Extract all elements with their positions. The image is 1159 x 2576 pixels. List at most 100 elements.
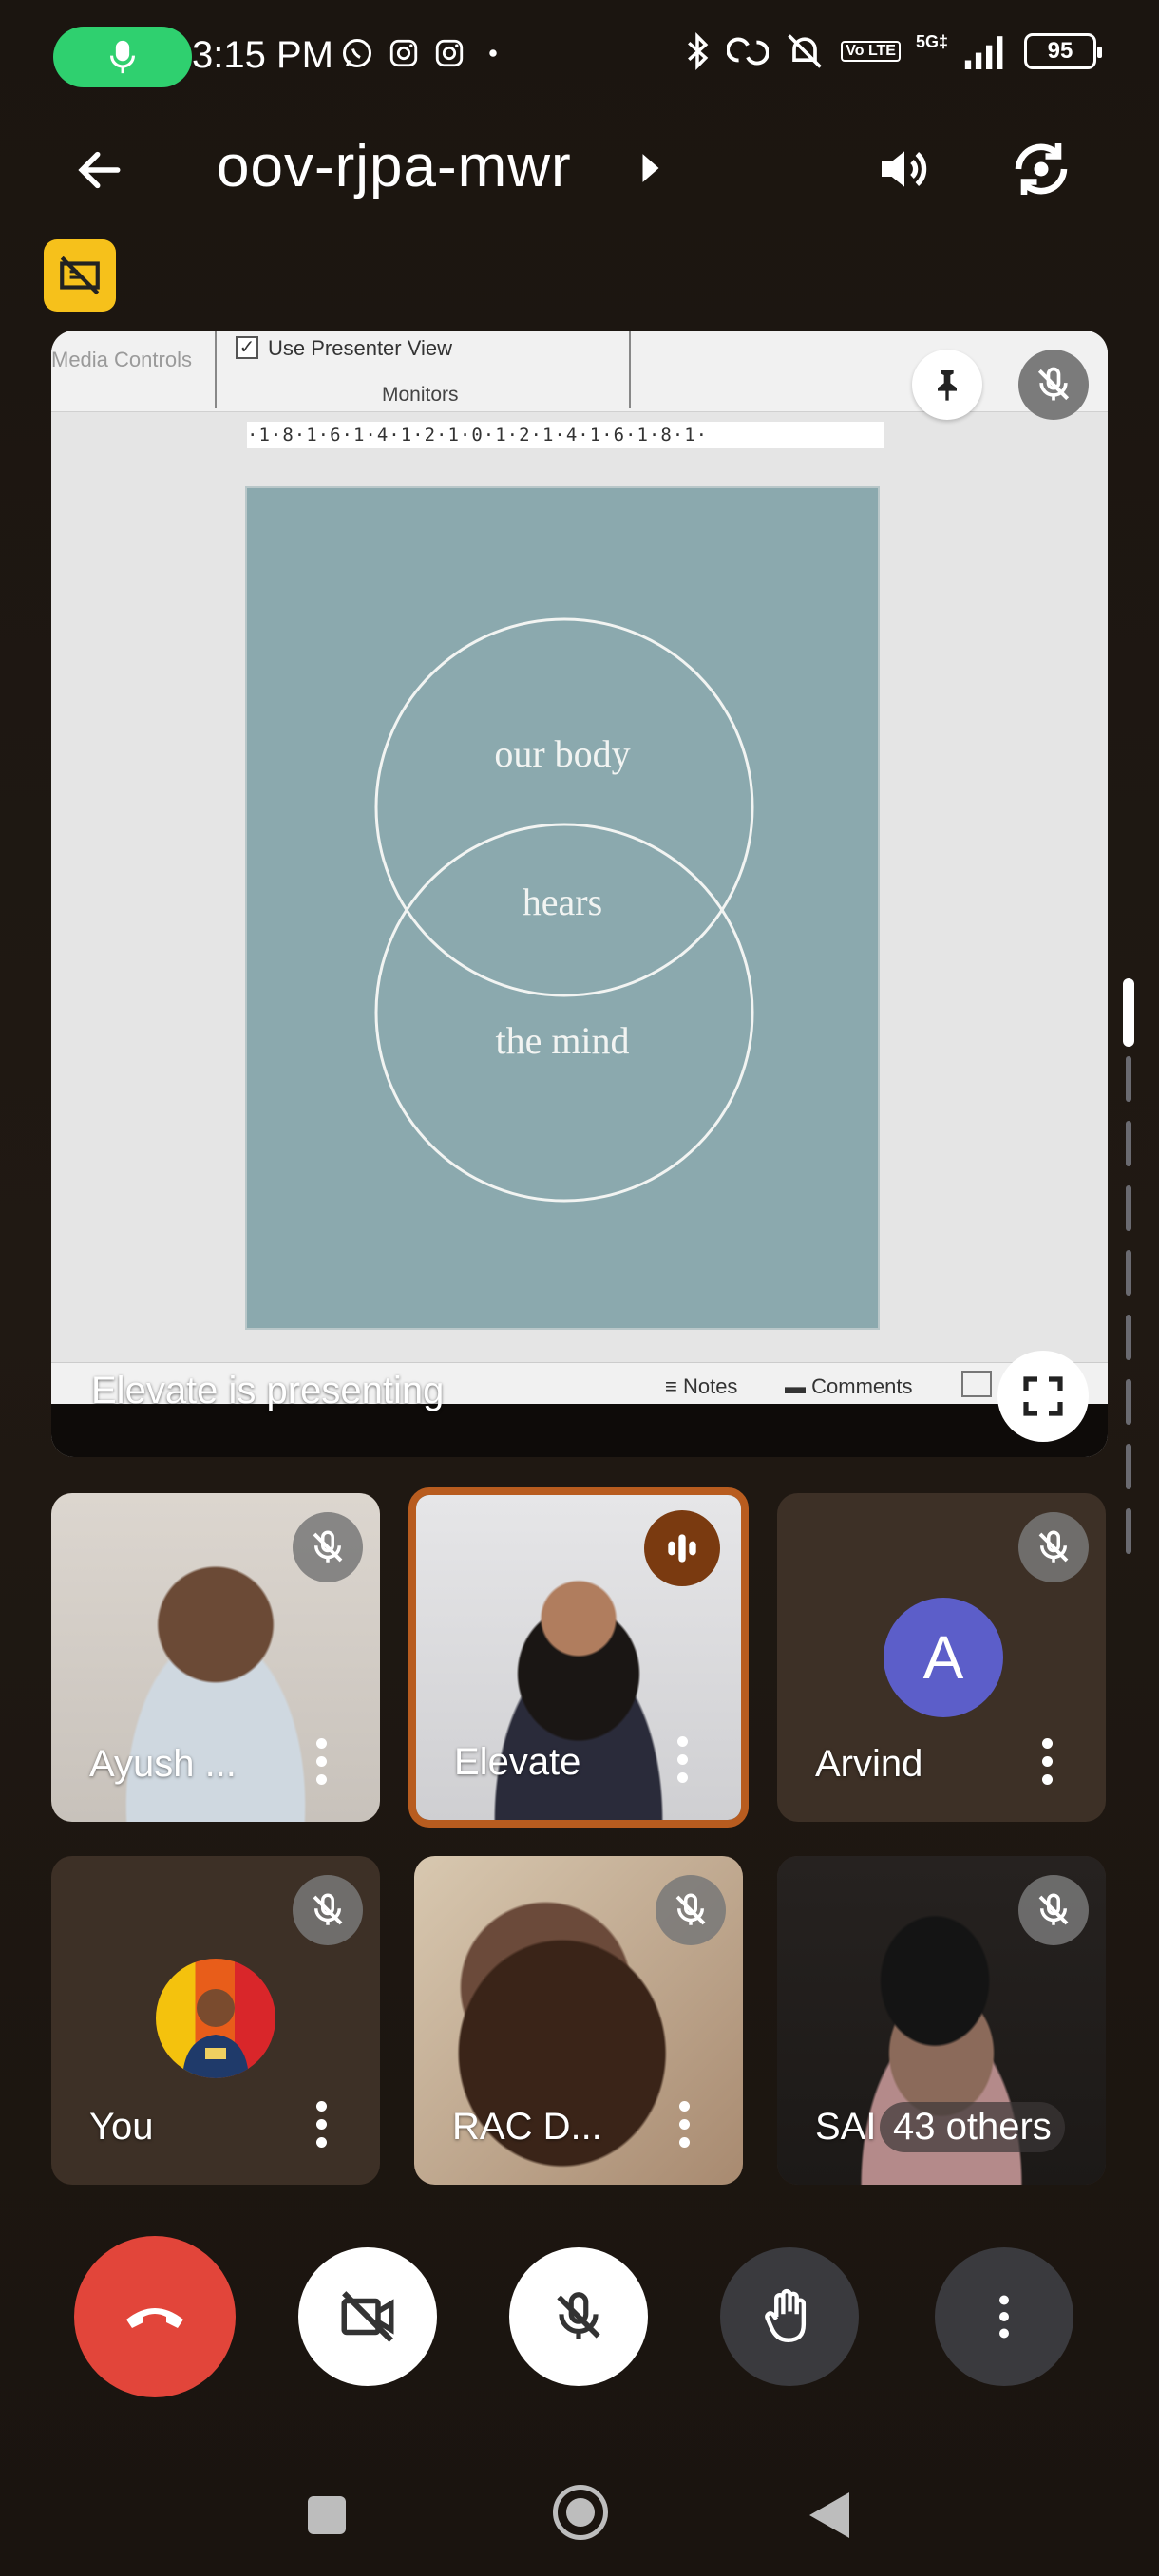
mic-off-icon <box>1037 367 1070 401</box>
participant-more-button[interactable] <box>674 1736 690 1786</box>
mic-off-icon <box>313 1530 343 1563</box>
participant-muted-indicator <box>293 1875 363 1945</box>
presenter-mute-indicator <box>1018 350 1089 420</box>
status-bar: 3:15 PM Vo LTE 5G‡ 95 <box>0 0 1159 114</box>
scroll-segment <box>1126 1185 1131 1231</box>
others-count[interactable]: 43 others <box>880 2102 1065 2152</box>
battery-indicator: 95 <box>1024 33 1102 69</box>
participant-more-button[interactable] <box>1039 1738 1054 1788</box>
participant-tile-others[interactable]: SAI 43 others <box>777 1856 1106 2185</box>
ribbon-divider <box>629 331 631 408</box>
participant-tile-elevate[interactable]: Elevate <box>408 1487 749 1828</box>
participant-more-button[interactable] <box>314 1738 329 1788</box>
mic-active-indicator[interactable] <box>53 27 192 87</box>
microphone-icon <box>110 40 135 74</box>
recents-button[interactable] <box>308 2496 346 2534</box>
participant-muted-indicator <box>1018 1875 1089 1945</box>
home-button[interactable] <box>553 2485 608 2540</box>
scroll-segment <box>1126 1444 1131 1489</box>
camera-switch-icon <box>1015 143 1068 195</box>
network-type: 5G‡ <box>915 31 948 51</box>
scroll-segment <box>1126 1250 1131 1296</box>
presenting-caption: Elevate is presenting <box>91 1370 445 1411</box>
bluetooth-icon <box>688 32 709 70</box>
scroll-segment <box>1126 1121 1131 1166</box>
call-controls <box>0 2236 1159 2397</box>
fullscreen-button[interactable] <box>998 1351 1089 1442</box>
instagram-icon <box>435 39 464 67</box>
participant-muted-indicator <box>656 1875 726 1945</box>
notification-icons <box>340 36 507 70</box>
mic-off-icon <box>675 1893 706 1925</box>
mic-off-icon <box>557 2292 600 2339</box>
scroll-segment <box>1126 1056 1131 1102</box>
pin-button[interactable] <box>912 350 982 420</box>
slide-text-middle: hears <box>522 881 603 923</box>
fullscreen-icon <box>1023 1376 1063 1416</box>
participant-name: Arvind <box>815 1743 923 1785</box>
system-nav-bar <box>0 2460 1159 2555</box>
notes-label: ≡ Notes <box>665 1374 738 1398</box>
camera-off-icon <box>341 2291 394 2342</box>
status-time: 3:15 PM <box>192 34 333 76</box>
presentation-tile[interactable]: Media Controls ✓ Use Presenter View Moni… <box>51 331 1108 1457</box>
scroll-indicator[interactable] <box>1123 978 1134 1567</box>
participant-name: You <box>89 2106 154 2148</box>
media-controls-label: Media Controls <box>51 348 192 371</box>
camera-blocked-badge[interactable] <box>44 239 116 312</box>
meeting-app-bar: oov-rjpa-mwr <box>0 114 1159 218</box>
audio-output-button[interactable] <box>874 139 935 204</box>
switch-camera-button[interactable] <box>1007 135 1075 208</box>
scroll-segment <box>1126 1508 1131 1554</box>
normal-view-icon <box>961 1371 992 1397</box>
meet-screen: 3:15 PM Vo LTE 5G‡ 95 oov-rjpa-mwr Media… <box>0 0 1159 2576</box>
hand-icon <box>765 2288 807 2342</box>
camera-toggle-button[interactable] <box>298 2247 437 2386</box>
participant-more-button[interactable] <box>314 2101 329 2150</box>
system-back-button[interactable] <box>809 2492 849 2538</box>
participant-tile-arvind[interactable]: A Arvind <box>777 1493 1106 1822</box>
muted-bell-icon <box>788 34 823 68</box>
hotspot-link-icon <box>727 37 770 66</box>
participant-more-button[interactable] <box>676 2101 692 2150</box>
participant-tile-rac[interactable]: RAC D... <box>414 1856 743 2185</box>
mic-off-icon <box>1038 1893 1069 1925</box>
presenter-view-label: Use Presenter View <box>268 336 453 360</box>
presenter-view-checkbox: ✓ <box>236 336 258 359</box>
scroll-thumb[interactable] <box>1123 978 1134 1047</box>
more-options-button[interactable] <box>935 2247 1074 2386</box>
mic-toggle-button[interactable] <box>509 2247 648 2386</box>
system-icons: Vo LTE 5G‡ 95 <box>683 30 1102 72</box>
meeting-code-title[interactable]: oov-rjpa-mwr <box>217 133 572 200</box>
comments-text: Comments <box>811 1374 913 1398</box>
back-button[interactable] <box>66 137 133 203</box>
slide-canvas: our body hears the mind <box>245 486 880 1330</box>
avatar <box>156 1959 276 2078</box>
ruler: ·1·8·1·6·1·4·1·2·1·0·1·2·1·4·1·6·1·8·1· <box>247 422 884 448</box>
participant-muted-indicator <box>1018 1512 1089 1582</box>
participant-muted-indicator <box>293 1512 363 1582</box>
slide-text-bottom: the mind <box>495 1019 630 1062</box>
end-call-button[interactable] <box>74 2236 236 2397</box>
raise-hand-button[interactable] <box>720 2247 859 2386</box>
hang-up-icon <box>126 2308 183 2328</box>
user-photo-icon <box>182 1989 249 2078</box>
participant-name: RAC D... <box>452 2106 602 2148</box>
more-vert-icon <box>999 2295 1009 2339</box>
notes-text: Notes <box>682 1374 738 1398</box>
participant-tile-you[interactable]: You <box>51 1856 380 2185</box>
volte-icon: Vo LTE <box>841 41 901 62</box>
participant-name: SAI <box>815 2106 877 2148</box>
avatar: A <box>884 1598 1003 1717</box>
pin-icon <box>938 370 957 401</box>
chevron-right-icon[interactable] <box>638 152 663 184</box>
participant-name: Ayush ... <box>89 1743 237 1785</box>
mic-off-icon <box>1038 1530 1069 1563</box>
mic-off-icon <box>313 1893 343 1925</box>
scroll-segment <box>1126 1379 1131 1425</box>
speaker-icon <box>882 151 927 187</box>
instagram-icon <box>390 39 418 67</box>
participant-tile-ayush[interactable]: Ayush ... <box>51 1493 380 1822</box>
arrow-left-icon <box>78 151 121 189</box>
scroll-segment <box>1126 1315 1131 1360</box>
